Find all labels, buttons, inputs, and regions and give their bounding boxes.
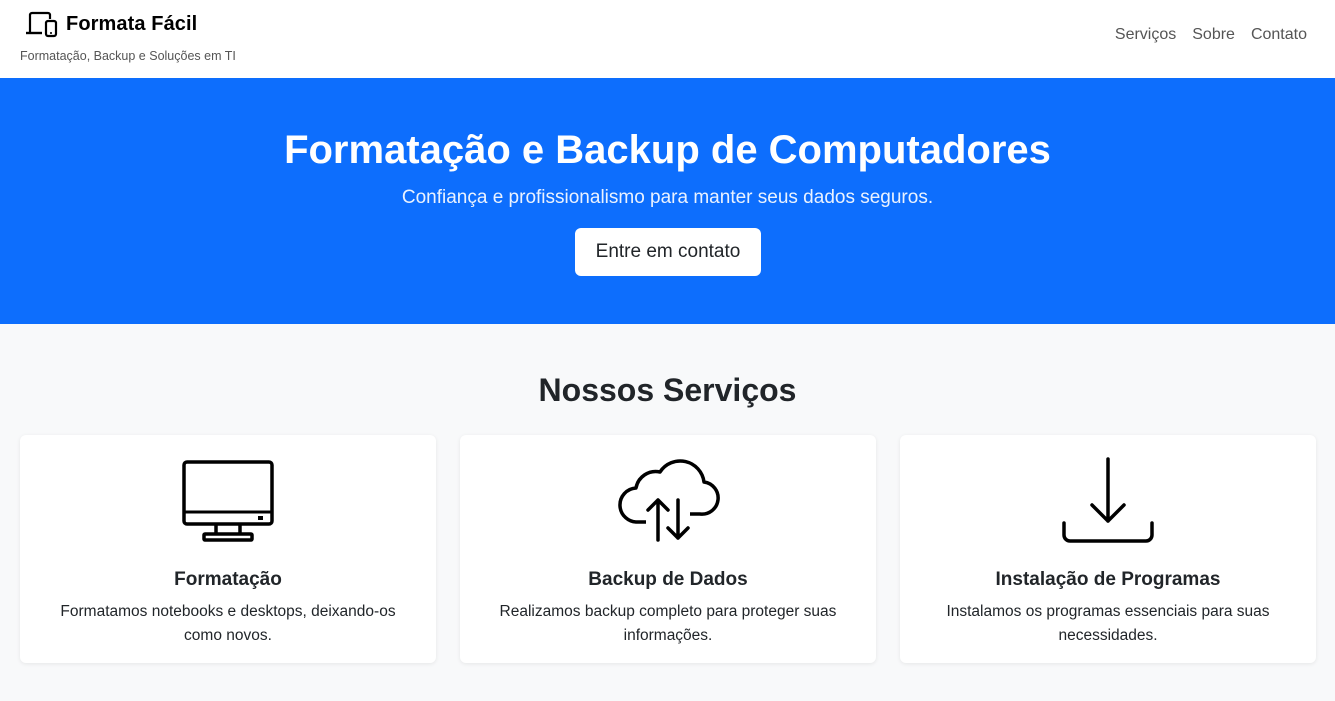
service-description: Realizamos backup completo para proteger… — [499, 603, 837, 644]
service-description: Instalamos os programas essenciais para … — [946, 603, 1270, 644]
service-card-backup: Backup de Dados Realizamos backup comple… — [460, 435, 876, 663]
brand-tagline: Formatação, Backup e Soluções em TI — [20, 49, 236, 63]
brand-link[interactable]: Formata Fácil — [24, 10, 197, 38]
download-icon — [900, 455, 1316, 547]
service-description: Formatamos notebooks e desktops, deixand… — [60, 603, 396, 644]
cloud-arrow-up-down-icon — [460, 455, 876, 547]
nav-link-contato[interactable]: Contato — [1251, 26, 1307, 44]
display-icon — [20, 455, 436, 547]
service-card-instalacao: Instalação de Programas Instalamos os pr… — [900, 435, 1316, 663]
service-title: Formatação — [174, 569, 282, 590]
nav-link-servicos[interactable]: Serviços — [1115, 26, 1176, 44]
nav-link-sobre[interactable]: Sobre — [1192, 26, 1235, 44]
service-title: Instalação de Programas — [995, 569, 1221, 590]
service-title: Backup de Dados — [588, 569, 748, 590]
hero-subtitle: Confiança e profissionalismo para manter… — [401, 187, 934, 208]
services-title: Nossos Serviços — [538, 372, 797, 408]
devices-icon — [24, 10, 58, 38]
services-section: Nossos Serviços Formatação Formatamos no… — [0, 324, 1335, 701]
contact-button[interactable]: Entre em contato — [575, 228, 761, 276]
navbar: Formata Fácil Formatação, Backup e Soluç… — [0, 0, 1335, 78]
service-card-formatacao: Formatação Formatamos notebooks e deskto… — [20, 435, 436, 663]
brand-name: Formata Fácil — [66, 12, 198, 35]
nav-menu: Serviços Sobre Contato — [1115, 26, 1307, 44]
hero-title: Formatação e Backup de Computadores — [284, 128, 1051, 172]
hero-section: Formatação e Backup de Computadores Conf… — [0, 78, 1335, 324]
